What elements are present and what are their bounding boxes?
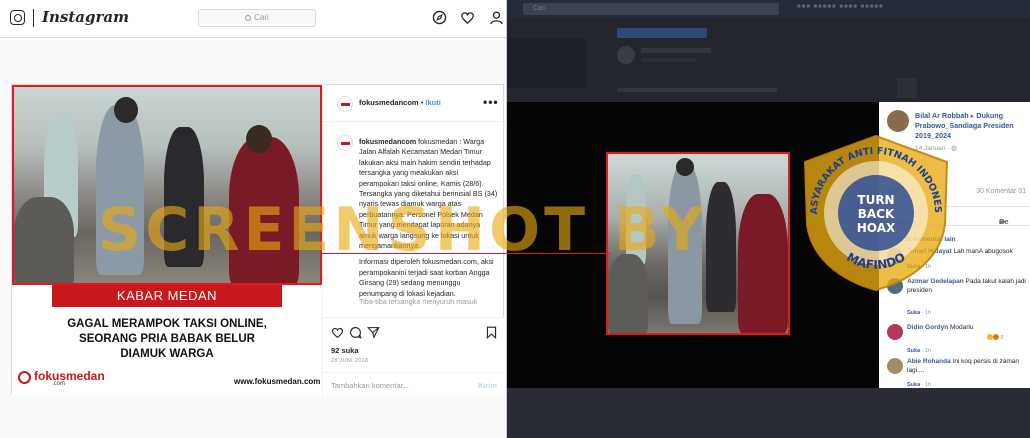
comment-icon[interactable] bbox=[349, 326, 362, 339]
comment-like-link[interactable]: Suka bbox=[907, 382, 920, 388]
post-header: fokusmedancom • Ikuti ••• bbox=[323, 85, 505, 122]
post-date[interactable]: 14 Januari · ◍ bbox=[915, 144, 957, 152]
reactions-bar[interactable]: 915 30 Komentar 31 bbox=[887, 188, 1030, 202]
post-date: 28 JUNI 2018 bbox=[331, 358, 369, 364]
comment-like-link[interactable]: Suka bbox=[907, 310, 920, 316]
avatar[interactable] bbox=[887, 358, 903, 374]
more-options-button[interactable]: ••• bbox=[483, 95, 499, 109]
brand-name: fokusmedan bbox=[34, 369, 105, 383]
avatar[interactable] bbox=[887, 248, 903, 264]
commenter-name[interactable]: Didin Gordyn bbox=[907, 324, 948, 331]
comment-time: 1h bbox=[925, 310, 932, 316]
post-caption: fokusmedancom fokusmedan : Warga Jalan A… bbox=[359, 137, 499, 305]
post-actions: 92 suka 28 JUNI 2018 Tambahkan komentar.… bbox=[323, 317, 505, 395]
search-input[interactable]: Cari bbox=[523, 3, 779, 15]
avatar[interactable] bbox=[887, 110, 909, 132]
topbar-links: ■■■ ■■■■■ ■■■■ ■■■■■ bbox=[797, 4, 884, 10]
caption-text-2: Informasi diperoleh fokusmedan.com, aksi… bbox=[359, 257, 494, 298]
post-sidebar: fokusmedancom • Ikuti ••• fokusmedancom … bbox=[322, 85, 505, 395]
comment-meta: Suka · 1h bbox=[907, 264, 932, 270]
arrow-right-icon: ▸ bbox=[970, 111, 975, 120]
instagram-post: KABAR MEDAN GAGAL MERAMPOK TAKSI ONLINE,… bbox=[11, 84, 505, 395]
heart-icon[interactable] bbox=[460, 10, 475, 25]
comment-text: Abie Rohanda Ini koq persis di zaman lag… bbox=[907, 358, 1029, 375]
dimmed-feed bbox=[507, 18, 1030, 102]
comment-field[interactable]: Tambahkan komentar... Kirim bbox=[323, 372, 505, 396]
profile-icon[interactable] bbox=[489, 10, 504, 25]
caption-continuation: Tiba-tiba tersangka menyuruh masuk bbox=[359, 297, 478, 306]
search-input[interactable]: Cari bbox=[198, 9, 316, 27]
brand-url: www.fokusmedan.com bbox=[234, 377, 321, 386]
comment-time: 1h bbox=[925, 348, 932, 354]
caption-text: fokusmedan : Warga Jalan Alfalah Kecamat… bbox=[359, 137, 498, 251]
fokusmedan-logo: fokusmedan .com bbox=[34, 369, 105, 387]
shares-count[interactable]: 31 bbox=[1018, 188, 1026, 195]
comment-text: Didin Gordyn Modarlu bbox=[907, 324, 1029, 333]
reaction-count: 915 bbox=[902, 190, 915, 197]
instagram-header: Instagram Cari bbox=[0, 0, 506, 38]
comment-like-link[interactable]: Suka bbox=[907, 264, 920, 270]
comment-body: Lah manA abugosok bbox=[953, 248, 1013, 255]
username-link[interactable]: fokusmedancom bbox=[359, 98, 419, 107]
comment-text: Tohari Hidayat Lah manA abugosok bbox=[907, 248, 1029, 257]
comment-meta: Suka · 1h bbox=[907, 310, 932, 316]
comment-meta: Suka · 1h bbox=[907, 348, 932, 354]
headline-line: DIAMUK WARGA bbox=[120, 348, 214, 360]
globe-icon: ◍ bbox=[951, 145, 957, 152]
camera-icon[interactable] bbox=[10, 10, 25, 25]
commenter-name[interactable]: Tohari Hidayat bbox=[907, 248, 952, 255]
view-more-comments-link[interactable]: Lihat 15 komentar lain bbox=[887, 236, 956, 243]
comment-like-link[interactable]: Suka bbox=[907, 348, 920, 354]
avatar[interactable] bbox=[887, 324, 903, 340]
comments-count[interactable]: 30 Komentar bbox=[976, 188, 1016, 195]
share-icon[interactable] bbox=[367, 326, 380, 339]
comment-time: 1h bbox=[925, 264, 932, 270]
header-divider bbox=[33, 9, 34, 27]
compass-icon[interactable] bbox=[432, 10, 447, 25]
bookmark-icon[interactable] bbox=[485, 326, 498, 339]
instagram-logo[interactable]: Instagram bbox=[42, 8, 129, 26]
comment-time: 1h bbox=[925, 382, 932, 388]
send-button[interactable]: Kirim bbox=[478, 381, 497, 390]
comment-react-count: 3 bbox=[1000, 335, 1004, 341]
instagram-window: Instagram Cari KABAR MEDAN GAGAL MERAMPO… bbox=[0, 0, 507, 438]
search-icon bbox=[245, 15, 252, 21]
comment-reactions[interactable]: 3 bbox=[987, 334, 1004, 341]
wow-reaction-icon bbox=[993, 334, 999, 340]
headline-line: SEORANG PRIA BABAK BELUR bbox=[79, 333, 255, 345]
share-label: Be bbox=[999, 217, 1009, 226]
crowd-photo bbox=[12, 85, 322, 285]
heart-icon[interactable] bbox=[331, 326, 344, 339]
comment-meta: Suka · 1h bbox=[907, 382, 932, 388]
dimmed-feed-lower bbox=[507, 388, 1030, 438]
post-image[interactable]: KABAR MEDAN GAGAL MERAMPOK TAKSI ONLINE,… bbox=[12, 85, 322, 395]
facebook-post-panel: Bilal Ar Robbah ▸ Dukung Prabowo_Sandiag… bbox=[879, 102, 1030, 388]
comment-text: Azimar Gedelapan Pada takut kalah jadi p… bbox=[907, 278, 1029, 295]
haha-reaction-icon bbox=[893, 188, 901, 196]
comment-body: Modarlu bbox=[949, 324, 974, 331]
kabar-medan-banner: KABAR MEDAN bbox=[52, 285, 282, 307]
headline-line: GAGAL MERAMPOK TAKSI ONLINE, bbox=[67, 318, 267, 330]
comment-placeholder[interactable]: Tambahkan komentar... bbox=[331, 381, 409, 390]
avatar[interactable] bbox=[887, 278, 903, 294]
facebook-topbar: Cari ■■■ ■■■■■ ■■■■ ■■■■■ bbox=[507, 0, 1030, 18]
search-placeholder: Cari bbox=[254, 13, 269, 22]
commenter-name[interactable]: Abie Rohanda bbox=[907, 358, 951, 365]
facebook-photo[interactable] bbox=[606, 152, 790, 335]
post-author: fokusmedancom • Ikuti bbox=[359, 98, 441, 107]
crosshair-logo-icon bbox=[18, 371, 31, 384]
post-author: Bilal Ar Robbah ▸ Dukung Prabowo_Sandiag… bbox=[915, 111, 1027, 141]
like-label: Suka bbox=[897, 217, 915, 226]
caption-username[interactable]: fokusmedancom bbox=[359, 137, 416, 146]
avatar[interactable] bbox=[337, 135, 353, 151]
likes-count[interactable]: 92 suka bbox=[331, 346, 359, 355]
connector-line bbox=[320, 253, 610, 254]
date-text: 14 Januari bbox=[915, 145, 946, 152]
commenter-name[interactable]: Azimar Gedelapan bbox=[907, 278, 964, 285]
author-link[interactable]: Bilal Ar Robbah bbox=[915, 111, 969, 120]
news-headline: GAGAL MERAMPOK TAKSI ONLINE, SEORANG PRI… bbox=[22, 317, 312, 362]
avatar[interactable] bbox=[337, 96, 353, 112]
follow-button[interactable]: Ikuti bbox=[425, 98, 440, 107]
post-action-bar: 👍︎ Suka ➦ Be bbox=[879, 206, 1030, 226]
